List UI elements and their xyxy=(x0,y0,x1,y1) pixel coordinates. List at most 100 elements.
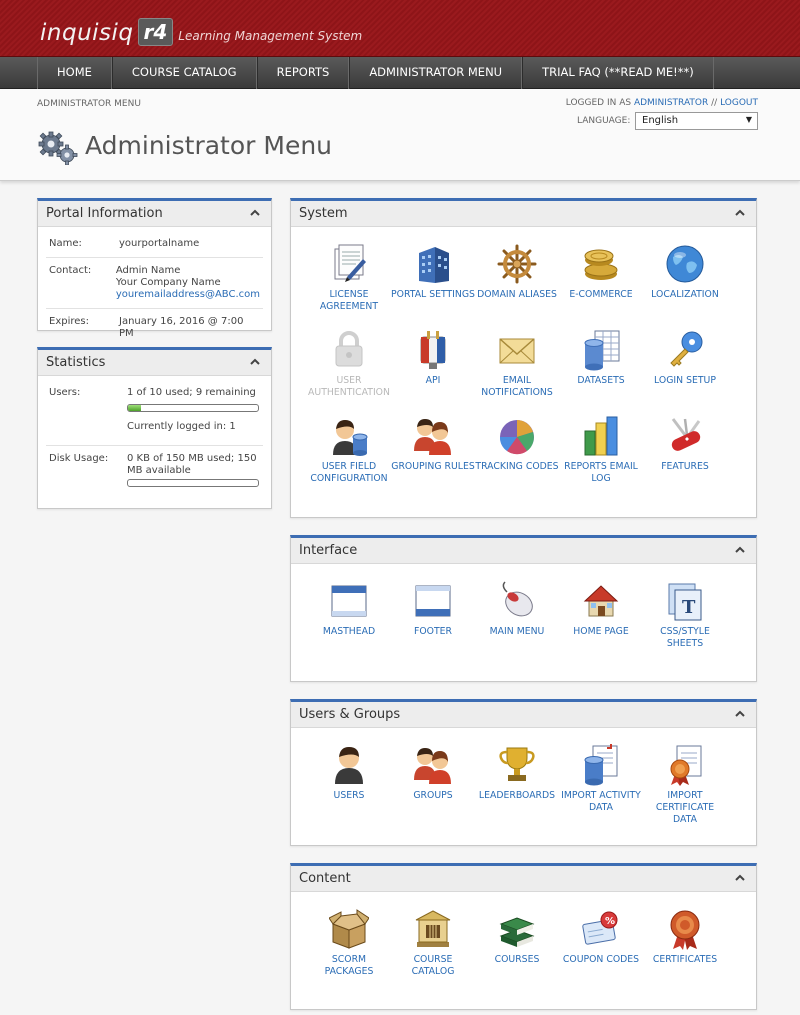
icon-label: MAIN MENU xyxy=(489,626,545,637)
nav-reports[interactable]: REPORTS xyxy=(256,57,350,89)
certificates-link[interactable]: CERTIFICATES xyxy=(643,908,727,966)
chevron-up-icon[interactable] xyxy=(734,872,746,884)
chevron-up-icon[interactable] xyxy=(249,356,261,368)
courses-link[interactable]: COURSES xyxy=(475,908,559,966)
books-icon xyxy=(499,917,535,947)
tracking-codes-link[interactable]: TRACKING CODES xyxy=(475,415,559,473)
icon-label: API xyxy=(425,375,441,386)
logout-link[interactable]: LOGOUT xyxy=(720,98,758,108)
building-icon xyxy=(419,247,449,283)
page-title: Administrator Menu xyxy=(85,131,333,160)
panel-title: Statistics xyxy=(46,355,106,370)
breadcrumb[interactable]: ADMINISTRATOR MENU xyxy=(37,99,141,109)
icon-label: USER AUTHENTICATION xyxy=(308,375,390,398)
library-icon xyxy=(415,910,451,947)
nav-administrator-menu[interactable]: ADMINISTRATOR MENU xyxy=(349,57,523,89)
contact-email-link[interactable]: youremailaddress@ABC.com xyxy=(116,289,260,301)
database-icon xyxy=(584,330,620,371)
users-stat: 1 of 10 used; 9 remaining Currently logg… xyxy=(127,387,260,433)
leaderboards-link[interactable]: LEADERBOARDS xyxy=(475,744,559,802)
logo-badge: r4 xyxy=(137,18,174,46)
chevron-up-icon[interactable] xyxy=(734,708,746,720)
coupon-icon: % xyxy=(582,911,618,945)
users-link[interactable]: USERS xyxy=(307,744,391,802)
masthead-link[interactable]: MASTHEAD xyxy=(307,580,391,638)
info-label: Users: xyxy=(49,387,81,398)
ship-wheel-icon xyxy=(497,244,537,284)
main-menu-link[interactable]: MAIN MENU xyxy=(475,580,559,638)
key-icon xyxy=(670,331,703,367)
panel-header: Users & Groups xyxy=(291,702,756,728)
api-link[interactable]: API xyxy=(391,329,475,387)
chevron-up-icon[interactable] xyxy=(734,544,746,556)
login-status: LOGGED IN AS ADMINISTRATOR // LOGOUT xyxy=(566,98,758,108)
chevron-up-icon[interactable] xyxy=(734,207,746,219)
nav-trial-faq[interactable]: TRIAL FAQ (**READ ME!**) xyxy=(522,57,714,89)
language-label: LANGUAGE: xyxy=(577,116,631,126)
reports-email-log-link[interactable]: REPORTS EMAIL LOG xyxy=(559,415,643,485)
import-certificate-data-link[interactable]: IMPORT CERTIFICATE DATA xyxy=(643,744,727,826)
domain-aliases-link[interactable]: DOMAIN ALIASES xyxy=(475,243,559,301)
icon-label: TRACKING CODES xyxy=(475,461,559,472)
license-agreement-link[interactable]: LICENSE AGREEMENT xyxy=(307,243,391,313)
info-label: Expires: xyxy=(49,316,89,327)
nav-home[interactable]: HOME xyxy=(37,57,112,89)
login-setup-link[interactable]: LOGIN SETUP xyxy=(643,329,727,387)
footer-link[interactable]: FOOTER xyxy=(391,580,475,638)
icon-label: COURSE CATALOG xyxy=(411,954,455,977)
icon-label: LOCALIZATION xyxy=(651,289,719,300)
certificate-icon xyxy=(670,910,700,950)
icon-label: GROUPS xyxy=(413,790,453,801)
coupon-codes-link[interactable]: % COUPON CODES xyxy=(559,908,643,966)
logo[interactable]: inquisiq r4 Learning Management System xyxy=(40,10,362,46)
e-commerce-link[interactable]: E-COMMERCE xyxy=(559,243,643,301)
package-icon xyxy=(329,909,369,949)
panel-title: Content xyxy=(299,871,351,886)
icon-label: E-COMMERCE xyxy=(569,289,633,300)
icon-label: MASTHEAD xyxy=(322,626,376,637)
nav-course-catalog[interactable]: COURSE CATALOG xyxy=(111,57,257,89)
content-panel: Content SCORM PACKAGES COURSE CATALOG CO… xyxy=(290,863,757,1010)
panel-header: Content xyxy=(291,866,756,892)
info-label: Name: xyxy=(49,238,82,249)
chevron-up-icon[interactable] xyxy=(249,207,261,219)
features-link[interactable]: FEATURES xyxy=(643,415,727,473)
portal-settings-link[interactable]: PORTAL SETTINGS xyxy=(391,243,475,301)
home-page-link[interactable]: HOME PAGE xyxy=(559,580,643,638)
course-catalog-link[interactable]: COURSE CATALOG xyxy=(391,908,475,978)
statistics-panel: Statistics Users: 1 of 10 used; 9 remain… xyxy=(37,347,272,509)
envelope-icon xyxy=(499,338,535,364)
grouping-rules-link[interactable]: GROUPING RULES xyxy=(391,415,475,473)
panel-header: System xyxy=(291,201,756,227)
scorm-packages-link[interactable]: SCORM PACKAGES xyxy=(307,908,391,978)
license-icon xyxy=(334,244,366,282)
icon-label: FOOTER xyxy=(414,626,452,637)
import-activity-data-link[interactable]: IMPORT ACTIVITY DATA xyxy=(559,744,643,814)
panel-title: System xyxy=(299,206,348,221)
datasets-link[interactable]: DATASETS xyxy=(559,329,643,387)
panel-header: Interface xyxy=(291,538,756,564)
language-select[interactable]: English ▼ xyxy=(635,112,758,130)
icon-label: DOMAIN ALIASES xyxy=(477,289,557,300)
disk-value: 0 KB of 150 MB used; 150 MB available xyxy=(127,453,257,476)
email-notifications-link[interactable]: EMAIL NOTIFICATIONS xyxy=(475,329,559,399)
import-data-icon xyxy=(584,744,618,786)
disk-progress-bar xyxy=(127,479,259,487)
icon-label: HOME PAGE xyxy=(573,626,629,637)
panel-title: Portal Information xyxy=(46,206,163,221)
panel-header: Portal Information xyxy=(38,201,271,227)
logged-in-user-link[interactable]: ADMINISTRATOR xyxy=(634,98,708,108)
users-progress-bar xyxy=(127,404,259,412)
groups-link[interactable]: GROUPS xyxy=(391,744,475,802)
icon-label: LOGIN SETUP xyxy=(654,375,716,386)
css-style-sheets-link[interactable]: T CSS/STYLE SHEETS xyxy=(643,580,727,650)
info-label: Disk Usage: xyxy=(49,453,109,464)
users-progress-fill xyxy=(128,405,141,411)
icon-label: SCORM PACKAGES xyxy=(324,954,374,977)
language-value: English xyxy=(642,115,679,126)
localization-link[interactable]: LOCALIZATION xyxy=(643,243,727,301)
contact-company: Your Company Name xyxy=(115,277,221,288)
coins-icon xyxy=(584,249,618,280)
user-field-configuration-link[interactable]: USER FIELD CONFIGURATION xyxy=(307,415,391,485)
panel-header: Statistics xyxy=(38,350,271,376)
